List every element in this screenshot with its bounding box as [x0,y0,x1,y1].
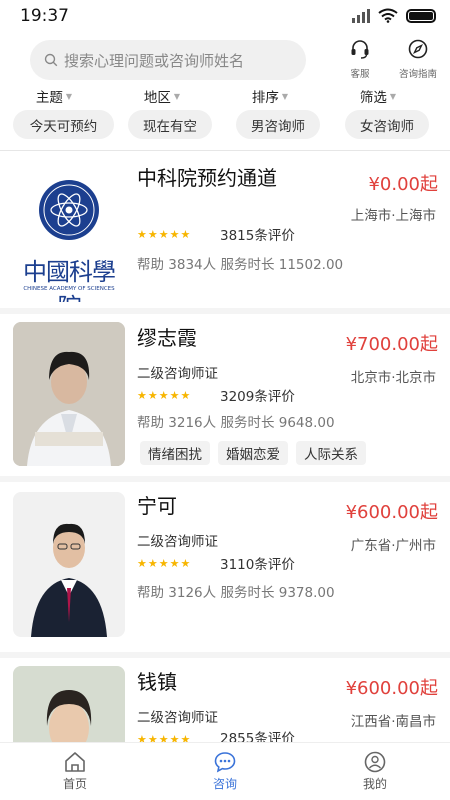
review-count: 2855条评价 [220,731,295,742]
counselor-card[interactable]: 缪志霞 ¥700.00起 北京市·北京市 二级咨询师证 ★★★★★ 3209条评… [0,314,450,476]
filter-topic[interactable]: 主题 ▼ [0,86,108,106]
rating-stars: ★★★★★ [137,557,192,570]
counselor-name: 缪志霞 [137,326,197,350]
topic-tag: 婚姻恋爱 [218,441,288,465]
filter-region[interactable]: 地区 ▼ [108,86,216,106]
search-placeholder: 搜索心理问题或咨询师姓名 [64,51,245,70]
chat-icon [214,752,236,773]
wifi-icon [378,8,398,23]
service-stats: 帮助 3834人 服务时长 11502.00 [137,257,344,273]
consult-guide-label: 咨询指南 [398,69,437,80]
home-icon [65,752,85,772]
consult-guide-button[interactable]: 咨询指南 [393,38,443,80]
filter-label: 地区 [143,90,171,106]
nav-label: 我的 [362,777,387,791]
customer-service-button[interactable]: 客服 [335,38,385,80]
status-time: 19:37 [20,6,69,26]
bottom-nav: 首页 咨询 我的 [0,742,450,800]
nav-home[interactable]: 首页 [0,743,150,800]
chip-male-counselor[interactable]: 男咨询师 [236,110,320,139]
filter-label: 排序 [251,90,279,106]
profile-icon [364,751,386,773]
search-icon [44,53,58,67]
counselor-card[interactable]: 钱镇 ¥600.00起 江西省·南昌市 二级咨询师证 ★★★★★ 2855条评价 [0,658,450,742]
filter-label: 主题 [35,90,63,106]
counselor-card[interactable]: 中國科學院 CHINESE ACADEMY OF SCIENCES 中科院预约通… [0,152,450,307]
nav-profile[interactable]: 我的 [300,743,450,800]
counselor-avatar [13,666,125,742]
search-row: 搜索心理问题或咨询师姓名 客服 咨询指南 [0,38,450,84]
signal-icon [352,8,370,23]
counselor-region: 北京市·北京市 [350,370,436,386]
chip-available-today[interactable]: 今天可预约 [13,110,114,139]
nav-consult[interactable]: 咨询 [150,743,300,800]
filter-screen[interactable]: 筛选 ▼ [324,86,432,106]
review-count: 3209条评价 [220,389,295,405]
status-bar: 19:37 [0,0,450,32]
cas-logo-subtext: CHINESE ACADEMY OF SCIENCES [23,286,115,292]
chip-female-counselor[interactable]: 女咨询师 [345,110,429,139]
customer-service-label: 客服 [350,69,370,80]
compass-icon [408,39,428,59]
review-count: 3815条评价 [220,228,295,244]
topic-tag: 情绪困扰 [140,441,210,465]
battery-icon [406,8,436,23]
chip-free-now[interactable]: 现在有空 [128,110,212,139]
topic-tag: 人际关系 [296,441,366,465]
counselor-region: 江西省·南昌市 [350,714,436,730]
filter-row: 主题 ▼ 地区 ▼ 排序 ▼ 筛选 ▼ [0,86,450,106]
certificate: 二级咨询师证 [137,710,218,726]
topic-tags: 情绪困扰 婚姻恋爱 人际关系 [140,441,366,465]
counselor-name: 中科院预约通道 [137,166,277,190]
certificate: 二级咨询师证 [137,366,218,382]
counselor-region: 上海市·上海市 [350,208,436,224]
nav-label: 首页 [62,777,87,791]
counselor-avatar [13,322,125,466]
counselor-name: 宁可 [137,494,177,518]
filter-label: 筛选 [359,90,387,106]
counselor-price: ¥0.00起 [368,174,438,195]
review-count: 3110条评价 [220,557,295,573]
filter-sort[interactable]: 排序 ▼ [216,86,324,106]
headset-icon [351,40,369,59]
rating-stars: ★★★★★ [137,733,192,742]
cas-logo: 中國科學院 CHINESE ACADEMY OF SCIENCES [13,162,125,302]
dropdown-arrow-icon: ▼ [281,91,289,101]
counselor-name: 钱镇 [137,670,177,694]
counselor-price: ¥600.00起 [345,678,438,699]
dropdown-arrow-icon: ▼ [173,91,181,101]
cas-logo-text: 中國科學院 [23,258,116,302]
counselor-region: 广东省·广州市 [350,538,436,554]
service-stats: 帮助 3216人 服务时长 9648.00 [137,415,335,431]
quick-filter-chips: 今天可预约 现在有空 男咨询师 女咨询师 [0,110,450,140]
counselor-price: ¥700.00起 [345,334,438,355]
nav-label: 咨询 [212,777,237,791]
search-input[interactable]: 搜索心理问题或咨询师姓名 [30,40,306,80]
counselor-price: ¥600.00起 [345,502,438,523]
rating-stars: ★★★★★ [137,389,192,402]
counselor-card[interactable]: 宁可 ¥600.00起 广东省·广州市 二级咨询师证 ★★★★★ 3110条评价… [0,482,450,652]
counselor-avatar [13,492,125,637]
divider [0,150,450,151]
service-stats: 帮助 3126人 服务时长 9378.00 [137,585,335,601]
dropdown-arrow-icon: ▼ [65,91,73,101]
dropdown-arrow-icon: ▼ [389,91,397,101]
rating-stars: ★★★★★ [137,228,192,241]
status-icons [352,8,436,23]
certificate: 二级咨询师证 [137,534,218,550]
